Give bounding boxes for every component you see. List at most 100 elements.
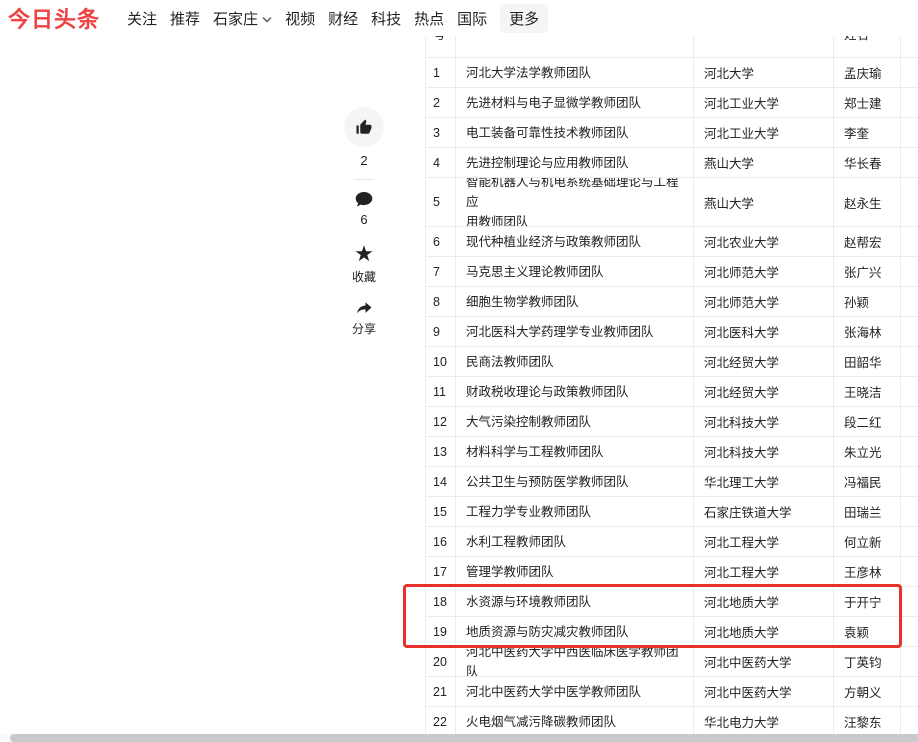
cell-university: 石家庄铁道大学 [693, 497, 833, 526]
table-row: 16 水利工程教师团队 河北工程大学 何立新 [425, 526, 918, 556]
cell-team-name: 财政税收理论与政策教师团队 [455, 377, 693, 406]
cell-leader-name: 张广兴 [833, 257, 900, 286]
cell-index: 2 [425, 88, 455, 117]
cell-leader-name: 田韶华 [833, 347, 900, 376]
cell-leader-name: 赵永生 [833, 178, 900, 226]
cell-extra [900, 58, 918, 87]
cell-leader-name: 汪黎东 [833, 707, 900, 736]
cell-leader-name: 孟庆瑜 [833, 58, 900, 87]
table-row: 15 工程力学专业教师团队 石家庄铁道大学 田瑞兰 [425, 496, 918, 526]
cell-index: 3 [425, 118, 455, 147]
cell-university: 河北工程大学 [693, 527, 833, 556]
cell-extra [900, 587, 918, 616]
favorite-label: 收藏 [352, 268, 376, 285]
cell-extra [900, 317, 918, 346]
cell-extra [900, 617, 918, 646]
cell-index: 12 [425, 407, 455, 436]
cell-index: 13 [425, 437, 455, 466]
nav-item-label: 科技 [371, 8, 401, 29]
chevron-down-icon [262, 16, 272, 23]
table-row: 12 大气污染控制教师团队 河北科技大学 段二红 [425, 406, 918, 436]
cell-leader-name: 方朝义 [833, 677, 900, 706]
cell-leader-name: 朱立光 [833, 437, 900, 466]
cell-leader-name: 丁英钧 [833, 647, 900, 676]
cell-university: 河北地质大学 [693, 617, 833, 646]
cell-university: 河北工程大学 [693, 557, 833, 586]
cell-extra [900, 437, 918, 466]
cell-university: 河北工业大学 [693, 118, 833, 147]
table-row: 21 河北中医药大学中医学教师团队 河北中医药大学 方朝义 [425, 676, 918, 706]
nav-item-6[interactable]: 热点 [414, 8, 444, 29]
like-count: 2 [360, 153, 367, 168]
cell-extra [900, 88, 918, 117]
cell-team-name: 马克思主义理论教师团队 [455, 257, 693, 286]
cell-team-name: 大气污染控制教师团队 [455, 407, 693, 436]
site-logo[interactable]: 今日头条 [8, 2, 100, 34]
cell-leader-name: 何立新 [833, 527, 900, 556]
cell-index: 19 [425, 617, 455, 646]
cell-index: 10 [425, 347, 455, 376]
nav-menu: 关注推荐石家庄 视频财经科技热点国际更多 [114, 4, 548, 33]
table-row: 11 财政税收理论与政策教师团队 河北经贸大学 王晓洁 [425, 376, 918, 406]
cell-university: 河北农业大学 [693, 227, 833, 256]
cell-index: 7 [425, 257, 455, 286]
scrollbar-thumb[interactable] [10, 734, 918, 742]
cell-university: 河北医科大学 [693, 317, 833, 346]
cell-index: 21 [425, 677, 455, 706]
cell-index: 18 [425, 587, 455, 616]
cell-leader-name: 王晓洁 [833, 377, 900, 406]
comment-button[interactable]: 6 [354, 190, 374, 227]
table-row: 5 智能机器人与机电系统基础理论与工程应 用教师团队 燕山大学 赵永生 [425, 177, 918, 226]
cell-leader-name: 孙颖 [833, 287, 900, 316]
nav-item-8[interactable]: 更多 [500, 4, 548, 33]
cell-index: 5 [425, 178, 455, 226]
cell-team-name: 火电烟气减污降碳教师团队 [455, 707, 693, 736]
cell-leader-name: 田瑞兰 [833, 497, 900, 526]
cell-team-name: 水利工程教师团队 [455, 527, 693, 556]
cell-leader-name: 李奎 [833, 118, 900, 147]
table-body: 1 河北大学法学教师团队 河北大学 孟庆瑜 2 先进材料与电子显微学教师团队 河… [425, 57, 918, 737]
nav-item-1[interactable]: 推荐 [170, 8, 200, 29]
nav-item-4[interactable]: 财经 [328, 8, 358, 29]
table-row: 10 民商法教师团队 河北经贸大学 田韶华 [425, 346, 918, 376]
cell-team-name: 民商法教师团队 [455, 347, 693, 376]
cell-leader-name: 段二红 [833, 407, 900, 436]
cell-team-name: 材料科学与工程教师团队 [455, 437, 693, 466]
comment-icon [354, 190, 374, 209]
cell-extra [900, 407, 918, 436]
cell-university: 河北经贸大学 [693, 347, 833, 376]
like-button[interactable] [344, 107, 384, 147]
table-row: 9 河北医科大学药理学专业教师团队 河北医科大学 张海林 [425, 316, 918, 346]
nav-item-label: 石家庄 [213, 8, 258, 29]
table-row: 1 河北大学法学教师团队 河北大学 孟庆瑜 [425, 57, 918, 87]
nav-item-label: 热点 [414, 8, 444, 29]
cell-team-name: 河北中医药大学中医学教师团队 [455, 677, 693, 706]
nav-item-5[interactable]: 科技 [371, 8, 401, 29]
nav-item-label: 视频 [285, 8, 315, 29]
nav-item-label: 财经 [328, 8, 358, 29]
thumbs-up-icon [355, 118, 373, 136]
table-row: 3 电工装备可靠性技术教师团队 河北工业大学 李奎 [425, 117, 918, 147]
cell-extra [900, 377, 918, 406]
nav-item-2[interactable]: 石家庄 [213, 8, 272, 29]
cell-extra [900, 647, 918, 676]
cell-team-name: 公共卫生与预防医学教师团队 [455, 467, 693, 496]
cell-university: 河北地质大学 [693, 587, 833, 616]
share-button[interactable]: 分享 [352, 299, 376, 337]
teacher-team-table: 号 姓名 1 河北大学法学教师团队 河北大学 孟庆瑜 2 先进材料与电子显微学教… [425, 17, 918, 737]
cell-leader-name: 于开宁 [833, 587, 900, 616]
table-row: 6 现代种植业经济与政策教师团队 河北农业大学 赵帮宏 [425, 226, 918, 256]
nav-item-7[interactable]: 国际 [457, 8, 487, 29]
favorite-button[interactable]: ★ 收藏 [352, 243, 376, 285]
nav-item-label: 关注 [127, 8, 157, 29]
cell-university: 燕山大学 [693, 178, 833, 226]
comment-count: 6 [360, 212, 367, 227]
nav-item-label: 推荐 [170, 8, 200, 29]
table-row: 13 材料科学与工程教师团队 河北科技大学 朱立光 [425, 436, 918, 466]
cell-team-name: 水资源与环境教师团队 [455, 587, 693, 616]
nav-item-0[interactable]: 关注 [127, 8, 157, 29]
nav-item-3[interactable]: 视频 [285, 8, 315, 29]
cell-extra [900, 257, 918, 286]
cell-team-name: 细胞生物学教师团队 [455, 287, 693, 316]
cell-index: 22 [425, 707, 455, 736]
